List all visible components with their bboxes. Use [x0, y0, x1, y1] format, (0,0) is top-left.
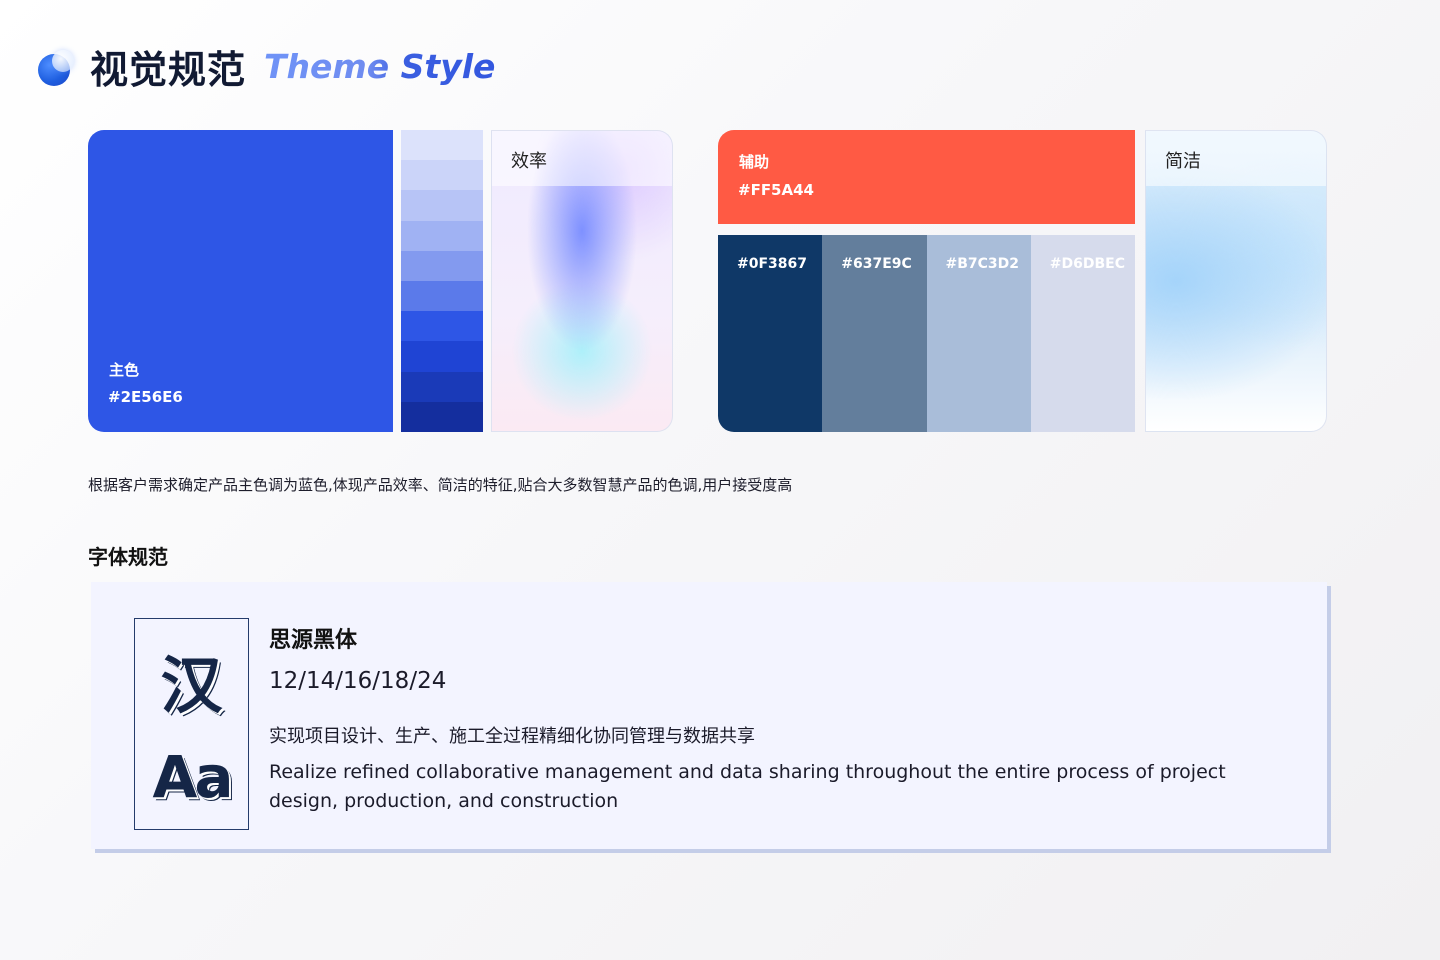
- secondary-color-group: 辅助 #FF5A44 #0F3867 #637E9C #B7C3D2 #D6DB…: [718, 130, 1327, 432]
- page-header: 视觉规范 Theme Style: [38, 40, 495, 92]
- primary-tint-step: [401, 250, 483, 282]
- efficiency-card-title: 效率: [511, 151, 547, 172]
- primary-tint-step: [401, 401, 483, 433]
- primary-tint-step: [401, 220, 483, 251]
- swatch-slate: #637E9C: [822, 235, 927, 432]
- page-title: 视觉规范: [90, 46, 247, 92]
- swatch-pale: #D6DBEC: [1030, 235, 1135, 432]
- swatch-navy: #0F3867: [718, 235, 823, 432]
- primary-color-swatch: 主色 #2E56E6: [88, 130, 393, 432]
- primary-tint-step: [401, 311, 483, 342]
- auxiliary-color-hex: #FF5A44: [738, 181, 814, 199]
- primary-tint-step: [401, 281, 483, 312]
- primary-tint-scale: [401, 130, 483, 433]
- bubble-logo-icon: [38, 44, 78, 88]
- efficiency-card: 效率: [491, 130, 673, 432]
- swatch-hex: #0F3867: [737, 256, 807, 272]
- font-sizes: 12/14/16/18/24: [269, 668, 447, 694]
- simple-card-title: 简洁: [1165, 151, 1201, 172]
- swatch-hex: #637E9C: [841, 256, 912, 272]
- primary-tint-step: [401, 371, 483, 402]
- color-description: 根据客户需求确定产品主色调为蓝色,体现产品效率、简洁的特征,贴合大多数智慧产品的…: [88, 476, 793, 494]
- swatch-hex: #D6DBEC: [1049, 256, 1125, 272]
- primary-color-group: 主色 #2E56E6 效率: [88, 130, 673, 433]
- glyph-latin: Aa: [152, 743, 233, 811]
- primary-tint-step: [401, 130, 483, 161]
- auxiliary-color-label: 辅助: [739, 153, 770, 171]
- primary-color-label: 主色: [109, 361, 140, 379]
- primary-tint-step: [401, 341, 483, 372]
- glyph-sample-box: 汉 Aa: [134, 618, 249, 830]
- sample-text-en: Realize refined collaborative management…: [269, 761, 1226, 812]
- glyph-han: 汉: [160, 649, 223, 722]
- primary-tint-step: [401, 190, 483, 221]
- sample-text-cn: 实现项目设计、生产、施工全过程精细化协同管理与数据共享: [269, 726, 755, 747]
- neutral-swatches: #0F3867 #637E9C #B7C3D2 #D6DBEC: [718, 235, 1135, 432]
- page-title-en: Theme Style: [264, 46, 496, 86]
- primary-tint-step: [401, 160, 483, 191]
- swatch-hex: #B7C3D2: [945, 256, 1020, 272]
- auxiliary-color-swatch: 辅助 #FF5A44: [718, 130, 1135, 224]
- primary-color-hex: #2E56E6: [108, 388, 183, 406]
- swatch-light-blue: #B7C3D2: [926, 235, 1031, 432]
- font-name: 思源黑体: [269, 628, 358, 653]
- simple-card: 简洁: [1145, 130, 1327, 432]
- font-spec-panel: 汉 Aa 思源黑体 12/14/16/18/24 实现项目设计、生产、施工全过程…: [91, 582, 1327, 849]
- font-section-title: 字体规范: [88, 545, 168, 569]
